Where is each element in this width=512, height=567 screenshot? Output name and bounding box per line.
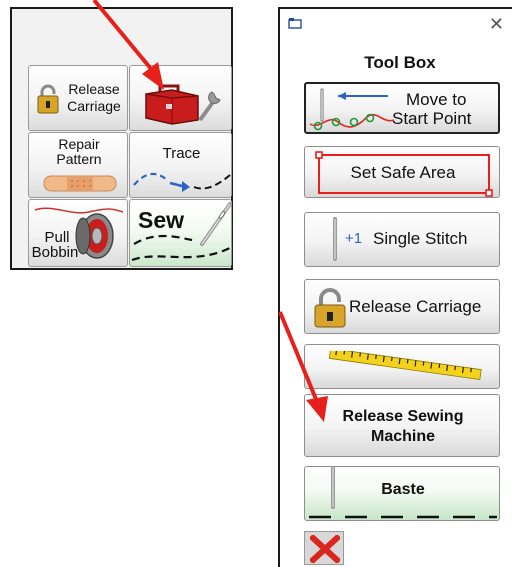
single-stitch-label: Single Stitch (373, 229, 468, 248)
repair-label-line1: Repair (58, 136, 100, 152)
trace-path-icon (133, 172, 231, 192)
pointer-arrow-bottom (278, 311, 328, 422)
repair-pattern-button[interactable]: Repair Pattern (28, 132, 128, 198)
release-carriage-label: Release Carriage (349, 297, 482, 316)
pointer-arrow-top (92, 0, 164, 90)
close-icon[interactable]: ✕ (489, 15, 504, 33)
measuring-tape-icon (328, 351, 482, 380)
single-stitch-button[interactable]: +1 Single Stitch (304, 212, 500, 267)
set-safe-area-button[interactable]: Set Safe Area (304, 146, 500, 198)
pull-label-line1: Pull (44, 229, 70, 246)
bobbin-label-line2: Bobbin (31, 244, 79, 261)
baste-button[interactable]: Baste (304, 466, 500, 521)
move-to-start-point-button[interactable]: Move to Start Point (304, 82, 500, 134)
window-title: Tool Box (364, 53, 436, 72)
safe-area-label: Set Safe Area (350, 163, 456, 182)
machine-label: Machine (370, 428, 435, 445)
move-to-label: Move to (406, 90, 467, 109)
bandage-icon (43, 175, 117, 192)
padlock-icon (37, 84, 59, 114)
title-bar: ✕ (280, 9, 512, 39)
trace-label: Trace (162, 145, 201, 162)
start-point-label: Start Point (392, 109, 472, 128)
pull-bobbin-button[interactable]: Pull Bobbin (28, 199, 128, 267)
app-icon (288, 18, 302, 29)
sew-button[interactable]: Sew (129, 199, 232, 267)
baste-label: Baste (381, 481, 425, 498)
pattern-label-line2: Pattern (56, 151, 102, 167)
red-x-icon (310, 535, 340, 563)
trace-button[interactable]: Trace (129, 132, 232, 198)
plus-one-label: +1 (345, 230, 363, 247)
toolbox-window: ✕ Tool Box Move to Start Point Set Safe … (278, 7, 512, 567)
move-start-icon (309, 88, 395, 131)
carriage-label-line2: Carriage (67, 98, 121, 114)
needle-icon (333, 217, 337, 261)
needle-icon (131, 202, 231, 262)
